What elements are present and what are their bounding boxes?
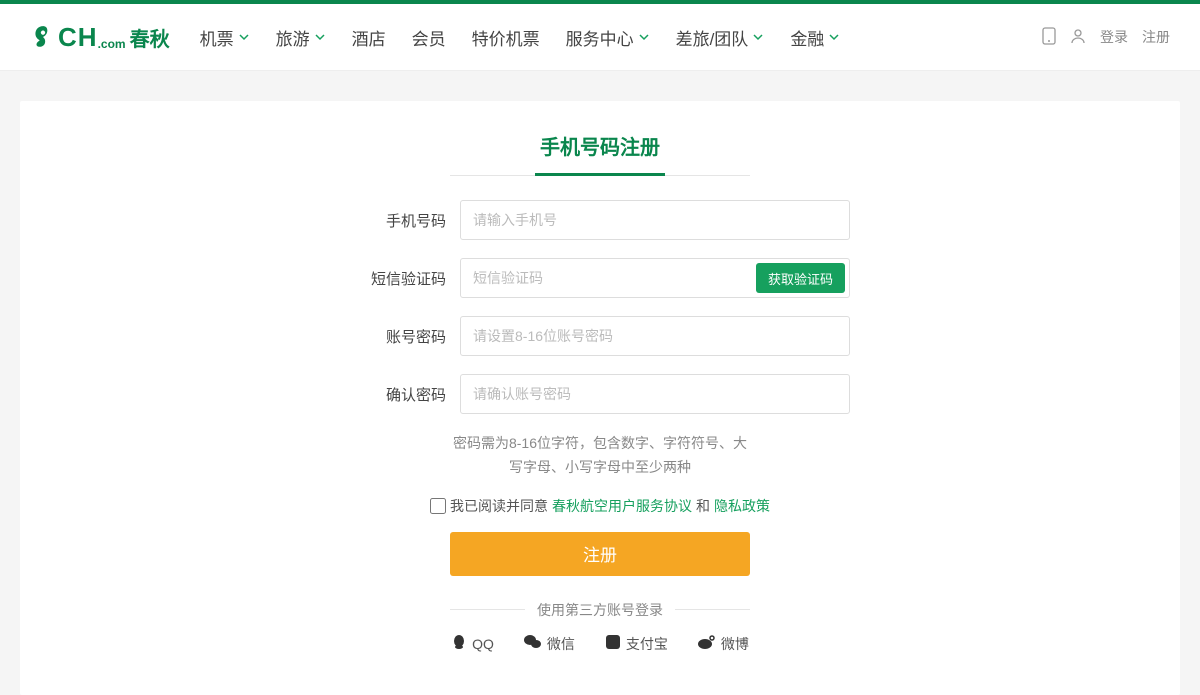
nav-item-flights[interactable]: 机票	[200, 25, 250, 50]
third-alipay[interactable]: 支付宝	[605, 634, 668, 655]
chevron-down-icon	[638, 31, 650, 43]
third-qq[interactable]: QQ	[451, 634, 494, 655]
user-icon[interactable]	[1070, 28, 1086, 47]
chevron-down-icon	[828, 31, 840, 43]
privacy-link[interactable]: 隐私政策	[714, 496, 770, 516]
agree-prefix: 我已阅读并同意	[450, 496, 548, 516]
weibo-icon	[698, 634, 716, 655]
nav-item-deals[interactable]: 特价机票	[472, 25, 540, 50]
third-party-list: QQ 微信 支付宝 微博	[450, 634, 750, 655]
alipay-icon	[605, 634, 621, 655]
login-link[interactable]: 登录	[1100, 27, 1128, 47]
get-code-button[interactable]: 获取验证码	[756, 263, 845, 293]
confirm-label: 确认密码	[350, 384, 460, 405]
logo[interactable]: CH .com 春秋	[30, 22, 170, 53]
nav-item-finance[interactable]: 金融	[790, 25, 840, 50]
chevron-down-icon	[238, 31, 250, 43]
nav-item-member[interactable]: 会员	[412, 25, 446, 50]
logo-icon	[30, 24, 56, 50]
tab-title: 手机号码注册	[20, 131, 1180, 172]
qq-icon	[451, 634, 467, 655]
logo-text: CH	[58, 22, 98, 53]
register-form: 手机号码 短信验证码 获取验证码 账号密码 确认密码 密码需为8-16位字符，包…	[350, 200, 850, 655]
main-nav: 机票 旅游 酒店 会员 特价机票 服务中心 差旅/团队 金融	[200, 25, 841, 50]
password-hint: 密码需为8-16位字符，包含数字、字符符号、大写字母、小写字母中至少两种	[450, 432, 750, 480]
register-link[interactable]: 注册	[1142, 27, 1170, 47]
nav-item-hotel[interactable]: 酒店	[352, 25, 386, 50]
third-wechat[interactable]: 微信	[524, 634, 575, 655]
agree-checkbox[interactable]	[430, 498, 446, 514]
tos-link[interactable]: 春秋航空用户服务协议	[552, 496, 692, 516]
submit-button[interactable]: 注册	[450, 532, 750, 576]
password-input[interactable]	[460, 316, 850, 356]
nav-item-travel[interactable]: 旅游	[276, 25, 326, 50]
confirm-password-input[interactable]	[460, 374, 850, 414]
third-weibo[interactable]: 微博	[698, 634, 749, 655]
header: CH .com 春秋 机票 旅游 酒店 会员 特价机票 服务中心 差旅/团队 金…	[0, 0, 1200, 71]
agree-and: 和	[696, 496, 710, 516]
tab-underline	[535, 173, 665, 176]
mobile-icon[interactable]	[1042, 27, 1056, 48]
phone-label: 手机号码	[350, 210, 460, 231]
chevron-down-icon	[752, 31, 764, 43]
logo-suffix: .com	[98, 37, 126, 51]
code-label: 短信验证码	[350, 268, 460, 289]
agree-row: 我已阅读并同意春秋航空用户服务协议和隐私政策	[350, 496, 850, 516]
register-card: 手机号码注册 手机号码 短信验证码 获取验证码 账号密码 确认密码 密码需为8-…	[20, 101, 1180, 695]
wechat-icon	[524, 634, 542, 655]
third-party-title: 使用第三方账号登录	[450, 600, 750, 620]
password-label: 账号密码	[350, 326, 460, 347]
logo-cn: 春秋	[130, 23, 170, 52]
nav-item-business[interactable]: 差旅/团队	[676, 25, 765, 50]
nav-item-service[interactable]: 服务中心	[566, 25, 650, 50]
phone-input[interactable]	[460, 200, 850, 240]
chevron-down-icon	[314, 31, 326, 43]
